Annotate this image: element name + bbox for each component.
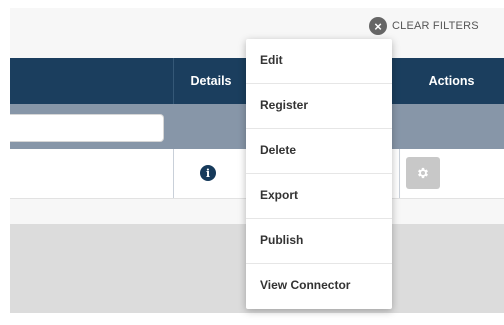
row-actions-button[interactable] bbox=[406, 157, 440, 189]
gear-icon bbox=[418, 167, 428, 179]
clear-filters-label: CLEAR FILTERS bbox=[392, 20, 479, 32]
name-filter-input[interactable] bbox=[10, 114, 164, 142]
menu-item-register[interactable]: Register bbox=[246, 84, 392, 129]
clear-filters-button[interactable]: × CLEAR FILTERS bbox=[369, 16, 479, 36]
column-header-details[interactable]: Details bbox=[173, 58, 249, 104]
menu-item-delete[interactable]: Delete bbox=[246, 129, 392, 174]
menu-item-view-connector[interactable]: View Connector bbox=[246, 264, 392, 309]
menu-item-edit[interactable]: Edit bbox=[246, 39, 392, 84]
row-actions-menu: Edit Register Delete Export Publish View… bbox=[246, 39, 392, 309]
column-header-actions[interactable]: Actions bbox=[399, 58, 504, 104]
info-icon[interactable]: i bbox=[200, 165, 216, 181]
menu-item-export[interactable]: Export bbox=[246, 174, 392, 219]
menu-item-publish[interactable]: Publish bbox=[246, 219, 392, 264]
cell-divider bbox=[173, 149, 174, 198]
close-circle-icon: × bbox=[369, 17, 387, 35]
cell-divider bbox=[399, 149, 400, 198]
